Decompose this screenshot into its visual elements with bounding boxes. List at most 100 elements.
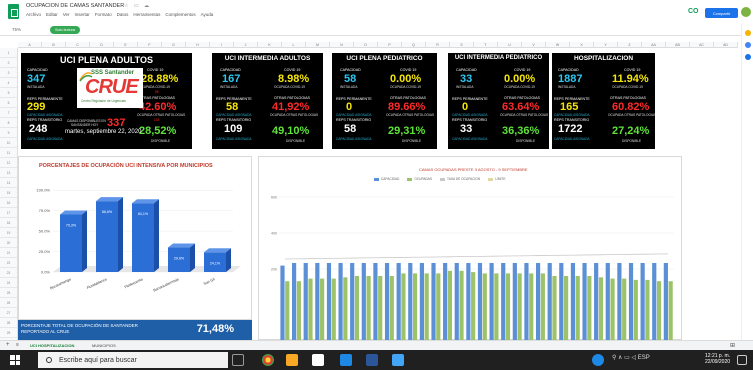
menu-item-1[interactable]: Editar bbox=[46, 12, 58, 17]
capacity-bar[interactable] bbox=[315, 263, 320, 341]
capacity-bar[interactable] bbox=[373, 263, 378, 341]
occupied-bar[interactable] bbox=[482, 273, 487, 341]
occupied-bar[interactable] bbox=[331, 278, 336, 341]
column-header[interactable]: B bbox=[42, 42, 66, 47]
notifications-icon[interactable] bbox=[737, 355, 747, 365]
photos-icon[interactable] bbox=[392, 354, 404, 366]
row-header[interactable]: 11 bbox=[0, 148, 17, 158]
capacity-bar[interactable] bbox=[617, 263, 622, 341]
column-header[interactable]: S bbox=[450, 42, 474, 47]
star-icon[interactable]: ☆ ▭ ☁ bbox=[124, 3, 151, 9]
row-header[interactable]: 28 bbox=[0, 318, 17, 328]
capacity-bar[interactable] bbox=[384, 263, 390, 341]
occupied-bar[interactable] bbox=[622, 278, 627, 341]
occupied-bar[interactable] bbox=[354, 276, 360, 341]
capacity-bar[interactable] bbox=[524, 263, 529, 341]
column-header[interactable]: D bbox=[90, 42, 114, 47]
occupied-bar[interactable] bbox=[633, 279, 638, 341]
add-sheet-icon[interactable]: + bbox=[6, 342, 10, 348]
occupied-bar[interactable] bbox=[587, 276, 592, 341]
column-header[interactable]: E bbox=[114, 42, 138, 47]
occupied-bar[interactable] bbox=[412, 273, 418, 341]
column-header[interactable]: Y bbox=[594, 42, 618, 47]
menu-item-5[interactable]: Datos bbox=[117, 12, 129, 17]
capacity-bar[interactable] bbox=[512, 263, 517, 341]
row-header[interactable]: 15 bbox=[0, 188, 17, 198]
menu-item-8[interactable]: Ayuda bbox=[201, 12, 214, 17]
column-header[interactable]: U bbox=[498, 42, 522, 47]
document-title[interactable]: OCUPACION DE CAMAS SANTANDER bbox=[26, 3, 124, 9]
row-header[interactable]: 21 bbox=[0, 248, 17, 258]
windows-start-icon[interactable] bbox=[10, 355, 20, 365]
capacity-bar[interactable] bbox=[338, 263, 343, 341]
taskbar-search-input[interactable]: Escribe aquí para buscar bbox=[38, 352, 228, 368]
row-header[interactable]: 18 bbox=[0, 218, 17, 228]
occupied-bar[interactable] bbox=[285, 281, 290, 341]
row-header[interactable]: 25 bbox=[0, 288, 17, 298]
zoom-select[interactable]: 75% bbox=[12, 27, 21, 32]
row-header[interactable]: 22 bbox=[0, 258, 17, 268]
row-header[interactable]: 20 bbox=[0, 238, 17, 248]
capacity-bar[interactable] bbox=[570, 263, 576, 341]
row-header[interactable]: 24 bbox=[0, 278, 17, 288]
column-header[interactable]: H bbox=[186, 42, 210, 47]
occupied-bar[interactable] bbox=[471, 272, 476, 341]
file-explorer-icon[interactable] bbox=[286, 354, 298, 366]
occupied-bar[interactable] bbox=[517, 273, 522, 341]
row-header[interactable]: 2 bbox=[0, 58, 17, 68]
occupied-bar[interactable] bbox=[610, 278, 615, 341]
row-header[interactable]: 12 bbox=[0, 158, 17, 168]
occupied-bar[interactable] bbox=[366, 276, 371, 341]
capacity-bar[interactable] bbox=[559, 263, 564, 341]
row-header[interactable]: 3 bbox=[0, 68, 17, 78]
occupied-bar[interactable] bbox=[540, 273, 545, 341]
capacity-bar[interactable] bbox=[652, 263, 657, 341]
menu-item-6[interactable]: Herramientas bbox=[133, 12, 160, 17]
column-header[interactable]: G bbox=[162, 42, 186, 47]
column-header[interactable]: AB bbox=[666, 42, 690, 47]
capacity-bar[interactable] bbox=[640, 263, 645, 341]
occupied-bar[interactable] bbox=[401, 273, 406, 341]
row-header[interactable]: 23 bbox=[0, 268, 17, 278]
row-header[interactable]: 13 bbox=[0, 168, 17, 178]
avatar[interactable] bbox=[741, 7, 751, 17]
occupied-bar[interactable] bbox=[378, 276, 383, 341]
occupied-bar[interactable] bbox=[389, 276, 394, 341]
share-button[interactable]: Compartir bbox=[705, 8, 738, 18]
tab-uci-hospitalizacion[interactable]: UCI HOSPITALIZACION bbox=[30, 343, 74, 348]
column-header[interactable]: N bbox=[330, 42, 354, 47]
occupied-bar[interactable] bbox=[459, 270, 464, 341]
column-header[interactable]: F bbox=[138, 42, 162, 47]
occupied-bar[interactable] bbox=[447, 270, 453, 341]
row-header[interactable]: 17 bbox=[0, 208, 17, 218]
system-tray[interactable]: ⚲ ∧ ▭ ◁ ESP bbox=[612, 354, 650, 361]
capacity-bar[interactable] bbox=[361, 263, 366, 341]
sheets-logo-icon[interactable] bbox=[8, 4, 19, 19]
column-header[interactable]: Z bbox=[618, 42, 642, 47]
capacity-bar[interactable] bbox=[535, 263, 541, 341]
capacity-bar[interactable] bbox=[594, 263, 599, 341]
capacity-bar[interactable] bbox=[547, 263, 552, 341]
word-icon[interactable] bbox=[366, 354, 378, 366]
capacity-bar[interactable] bbox=[501, 263, 506, 341]
capacity-bar[interactable] bbox=[326, 263, 332, 341]
occupied-bar[interactable] bbox=[343, 277, 348, 341]
row-header[interactable]: 29 bbox=[0, 328, 17, 338]
row-header[interactable]: 14 bbox=[0, 178, 17, 188]
occupied-bar[interactable] bbox=[436, 273, 441, 341]
column-header[interactable]: AA bbox=[642, 42, 666, 47]
column-header[interactable]: J bbox=[234, 42, 258, 47]
occupied-bar[interactable] bbox=[494, 273, 499, 341]
menu-item-3[interactable]: Insertar bbox=[75, 12, 90, 17]
view-mode-pill[interactable]: Solo lectura bbox=[50, 26, 80, 34]
tasks-icon[interactable] bbox=[745, 42, 751, 48]
column-header[interactable]: AD bbox=[714, 42, 738, 47]
column-header[interactable]: Q bbox=[402, 42, 426, 47]
capacity-bar[interactable] bbox=[628, 263, 634, 341]
capacity-bar[interactable] bbox=[280, 265, 285, 341]
occupied-bar[interactable] bbox=[552, 276, 557, 341]
municipios-bar-chart[interactable]: PORCENTAJES DE OCUPACIÓN UCI INTENSIVA P… bbox=[18, 156, 252, 320]
menu-item-0[interactable]: Archivo bbox=[26, 12, 41, 17]
column-header[interactable]: K bbox=[258, 42, 282, 47]
all-sheets-icon[interactable]: ≡ bbox=[16, 342, 19, 348]
